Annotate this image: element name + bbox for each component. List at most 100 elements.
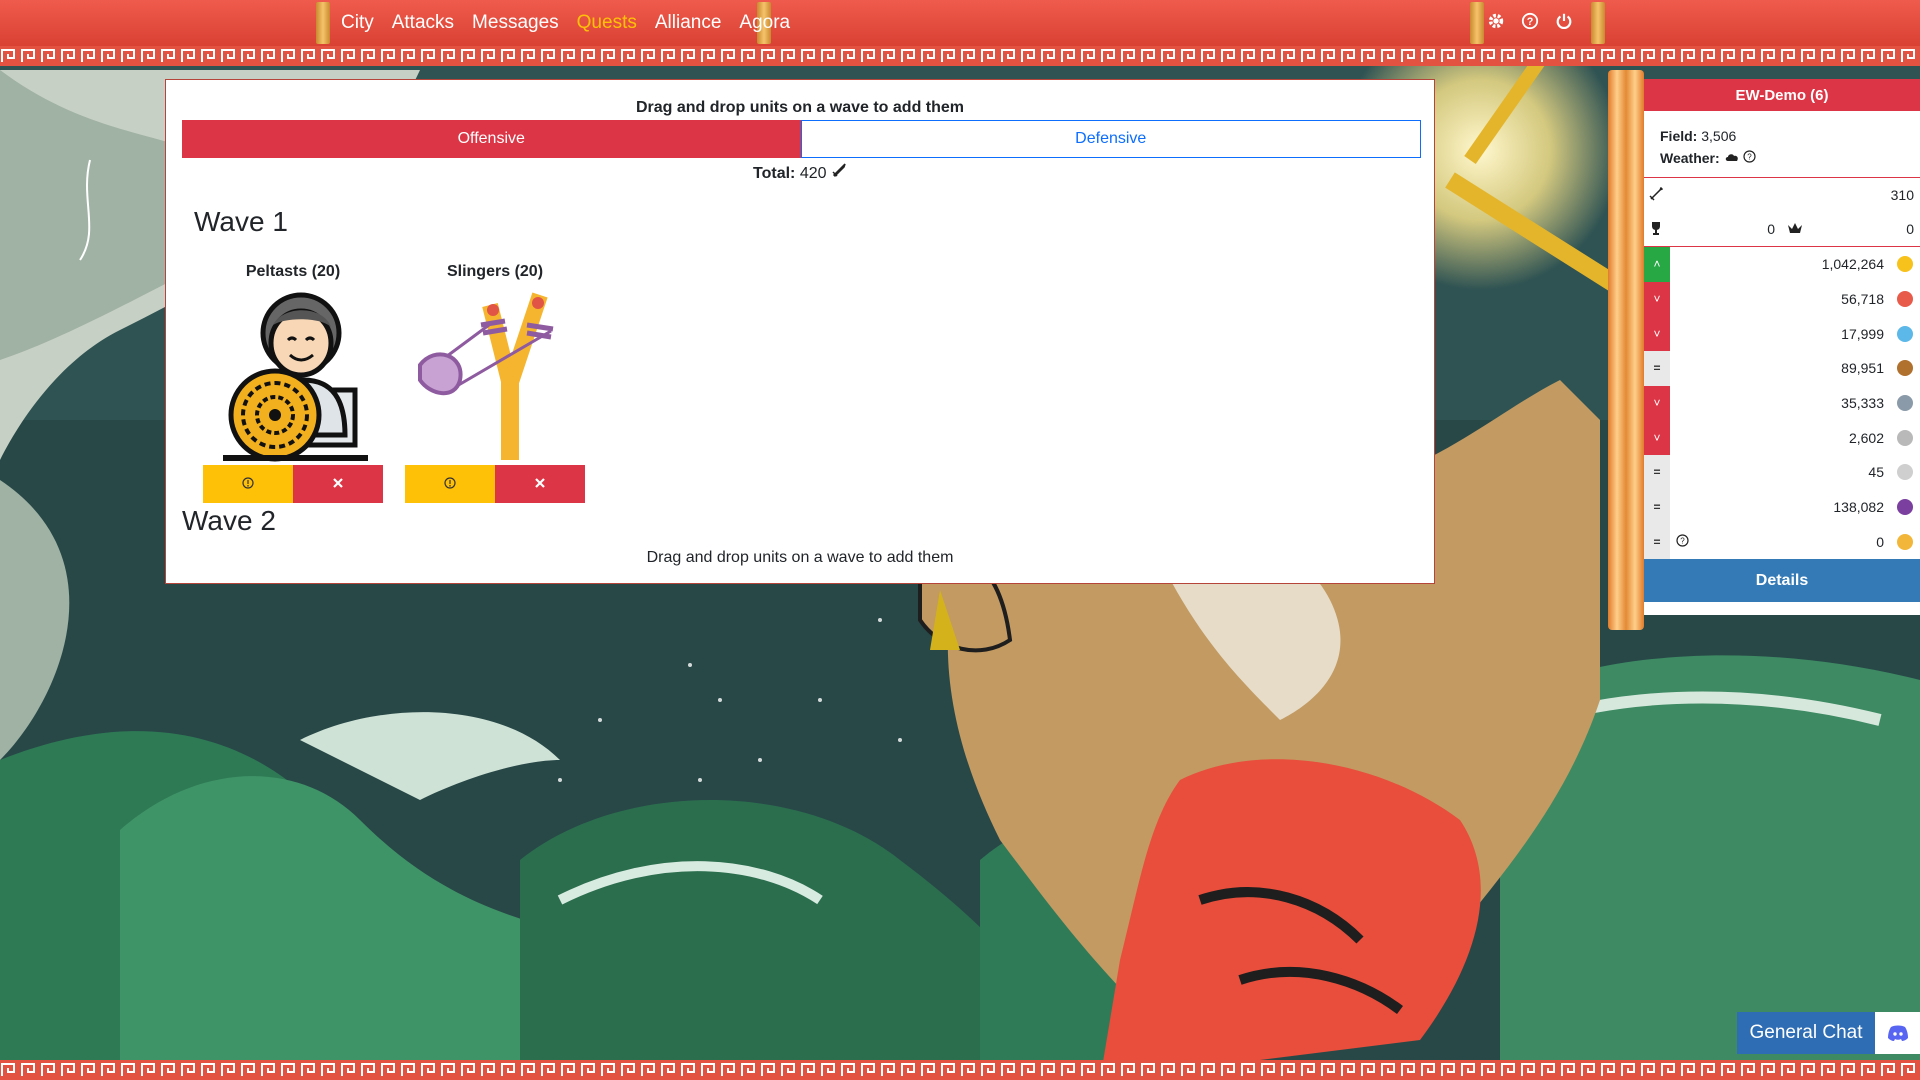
nav-icons: ? <box>1485 0 1575 46</box>
details-button[interactable]: Details <box>1644 559 1920 603</box>
unit-name: Peltasts (20) <box>245 263 341 280</box>
resource-value: 1,042,264 <box>1821 256 1884 273</box>
marble-icon <box>1894 427 1916 449</box>
pillar-ornament <box>1608 70 1644 630</box>
resource-value: 45 <box>1868 464 1884 481</box>
trend-up-icon: ˄ <box>1644 247 1670 282</box>
tab-defensive[interactable]: Defensive <box>800 120 1421 158</box>
crown-value: 0 <box>1906 221 1914 237</box>
nav-alliance[interactable]: Alliance <box>646 12 731 34</box>
close-icon <box>534 476 546 492</box>
city-title[interactable]: EW-Demo (6) <box>1644 79 1920 111</box>
resource-value: 56,718 <box>1841 291 1884 308</box>
trend-stable-icon: = <box>1644 524 1670 560</box>
silver-icon <box>1894 461 1916 483</box>
sword-icon <box>831 163 847 182</box>
attack-power-row: 310 <box>1644 178 1920 212</box>
crown-icon <box>1783 221 1807 238</box>
svg-text:?: ? <box>1748 153 1753 162</box>
close-icon <box>332 476 344 492</box>
trophy-icon <box>1644 221 1668 238</box>
wave-2-dropzone-hint[interactable]: Drag and drop units on a wave to add the… <box>166 549 1434 567</box>
unit-info-button[interactable] <box>405 465 495 503</box>
weather-info: Weather: ? <box>1660 147 1904 169</box>
peltast-icon <box>213 285 373 465</box>
gold-coin-icon <box>1894 253 1916 275</box>
help-icon[interactable]: ? <box>1743 150 1757 166</box>
mode-tabs: Offensive Defensive <box>182 120 1421 158</box>
trend-down-icon: ˅ <box>1644 385 1670 421</box>
unit-remove-button[interactable] <box>293 465 383 503</box>
unit-actions <box>405 465 585 503</box>
resource-row: ˄ 1,042,264 <box>1644 247 1920 282</box>
resource-row: = 138,082 <box>1644 489 1920 525</box>
main-nav: City Attacks Messages Quests Alliance Ag… <box>332 0 799 46</box>
unit-card-peltasts[interactable]: Peltasts (20) <box>203 263 383 503</box>
unit-actions <box>203 465 383 503</box>
cloud-icon <box>1724 150 1740 166</box>
resource-row: ˅ 2,602 <box>1644 420 1920 456</box>
trend-stable-icon: = <box>1644 351 1670 386</box>
nav-quests[interactable]: Quests <box>568 12 646 34</box>
unit-remove-button[interactable] <box>495 465 585 503</box>
trophy-value: 0 <box>1767 221 1775 237</box>
pillar-ornament <box>1591 2 1605 44</box>
trend-stable-icon: = <box>1644 489 1670 525</box>
unit-name: Slingers (20) <box>446 263 544 280</box>
city-sidebar: EW-Demo (6) Field: 3,506 Weather: ? 310 … <box>1644 79 1920 615</box>
resource-row: ˅ 17,999 <box>1644 316 1920 352</box>
trend-stable-icon: = <box>1644 455 1670 490</box>
grapes-icon <box>1894 496 1916 518</box>
resource-row: =? 0 <box>1644 524 1920 560</box>
total-value: 420 <box>799 165 827 182</box>
resource-value: 2,602 <box>1848 429 1884 446</box>
general-chat-button[interactable]: General Chat <box>1737 1012 1875 1054</box>
trend-down-icon: ˅ <box>1644 420 1670 456</box>
unit-info-button[interactable] <box>203 465 293 503</box>
resource-row: ˅ 35,333 <box>1644 385 1920 421</box>
wave-2-title: Wave 2 <box>182 505 276 536</box>
resource-row: = 89,951 <box>1644 351 1920 386</box>
nav-attacks[interactable]: Attacks <box>383 12 463 34</box>
wave-1-title: Wave 1 <box>194 206 288 237</box>
field-info: Field: 3,506 <box>1660 128 1737 144</box>
top-navbar: City Attacks Messages Quests Alliance Ag… <box>0 0 1920 46</box>
sword-icon <box>1644 186 1668 204</box>
resource-value: 89,951 <box>1841 360 1884 377</box>
stone-icon <box>1894 392 1916 414</box>
svg-text:?: ? <box>1527 16 1534 28</box>
resource-value: 0 <box>1876 533 1884 550</box>
ranking-row: 0 0 <box>1644 212 1920 247</box>
total-label: Total: <box>753 165 796 182</box>
power-icon[interactable] <box>1553 12 1575 35</box>
water-drop-icon <box>1894 323 1916 345</box>
help-icon[interactable]: ? <box>1519 12 1541 35</box>
gear-icon[interactable] <box>1485 12 1507 35</box>
resource-list: ˄ 1,042,264 ˅ 56,718 ˅ 17,999 = 89,951 ˅ 35,333 ˅ 2… <box>1644 247 1920 560</box>
resource-value: 17,999 <box>1841 325 1884 342</box>
total-strength: Total: 420 <box>166 162 1434 183</box>
resource-value: 138,082 <box>1833 499 1884 516</box>
resource-row: ˅ 56,718 <box>1644 281 1920 317</box>
nav-agora[interactable]: Agora <box>730 12 799 34</box>
nav-city[interactable]: City <box>332 12 383 34</box>
city-info: Field: 3,506 Weather: ? <box>1644 111 1920 178</box>
trend-down-icon: ˅ <box>1644 316 1670 352</box>
attack-waves-panel: Drag and drop units on a wave to add the… <box>165 79 1435 584</box>
info-icon <box>444 476 456 492</box>
info-icon <box>242 476 254 492</box>
discord-icon[interactable] <box>1875 1012 1920 1054</box>
slingshot-icon <box>415 285 575 465</box>
trend-down-icon: ˅ <box>1644 281 1670 317</box>
tab-offensive[interactable]: Offensive <box>182 120 801 158</box>
prayer-icon <box>1894 531 1916 553</box>
pillar-ornament <box>1470 2 1484 44</box>
meat-icon <box>1894 288 1916 310</box>
unit-card-slingers[interactable]: Slingers (20) <box>405 263 585 503</box>
pillar-ornament <box>316 2 330 44</box>
greek-key-border-top <box>0 46 1920 66</box>
help-icon[interactable]: ? <box>1676 534 1689 550</box>
greek-key-border-bottom <box>0 1060 1920 1080</box>
resource-row: = 45 <box>1644 455 1920 490</box>
nav-messages[interactable]: Messages <box>463 12 568 34</box>
